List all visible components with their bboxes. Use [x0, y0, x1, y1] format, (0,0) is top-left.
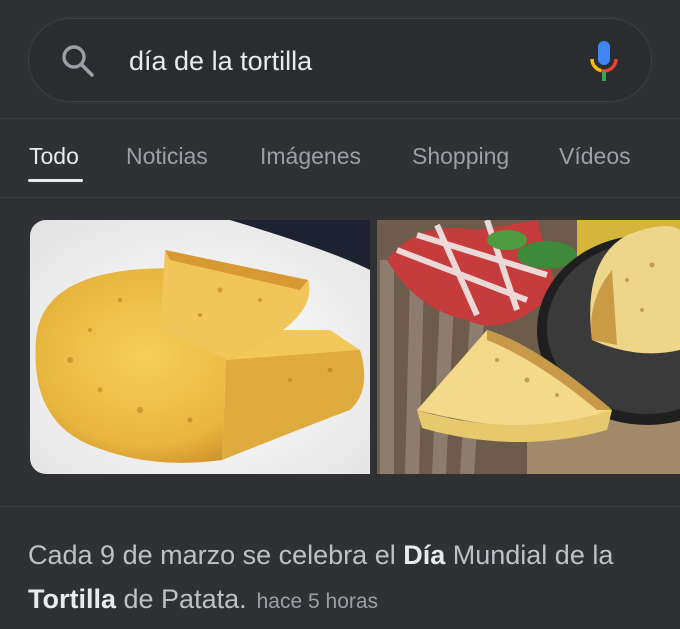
search-box[interactable] — [28, 18, 652, 102]
snippet-text: Mundial de la — [445, 540, 614, 570]
snippet-highlight: Tortilla — [28, 584, 117, 614]
tab-todo[interactable]: Todo — [29, 143, 79, 170]
search-tabs: Todo Noticias Imágenes Shopping Vídeos — [0, 119, 680, 198]
result-snippet[interactable]: Cada 9 de marzo se celebra el Día Mundia… — [28, 533, 658, 624]
tab-noticias[interactable]: Noticias — [126, 143, 208, 170]
tab-shopping[interactable]: Shopping — [412, 143, 509, 170]
snippet-text: de Patata. — [116, 584, 247, 614]
snippet-highlight: Día — [403, 540, 446, 570]
mic-icon[interactable] — [589, 40, 619, 82]
snippet-timestamp: hace 5 horas — [256, 590, 379, 613]
tortilla-image-2[interactable] — [377, 220, 680, 474]
search-header — [0, 0, 680, 119]
active-tab-indicator — [28, 179, 83, 182]
image-carousel — [0, 198, 680, 507]
search-icon[interactable] — [60, 43, 96, 79]
tortilla-image-1[interactable] — [30, 220, 370, 474]
tab-videos[interactable]: Vídeos — [559, 143, 631, 170]
search-input[interactable] — [129, 41, 569, 81]
tab-imagenes[interactable]: Imágenes — [260, 143, 361, 170]
snippet-text: Cada 9 de marzo se celebra el — [28, 540, 404, 570]
